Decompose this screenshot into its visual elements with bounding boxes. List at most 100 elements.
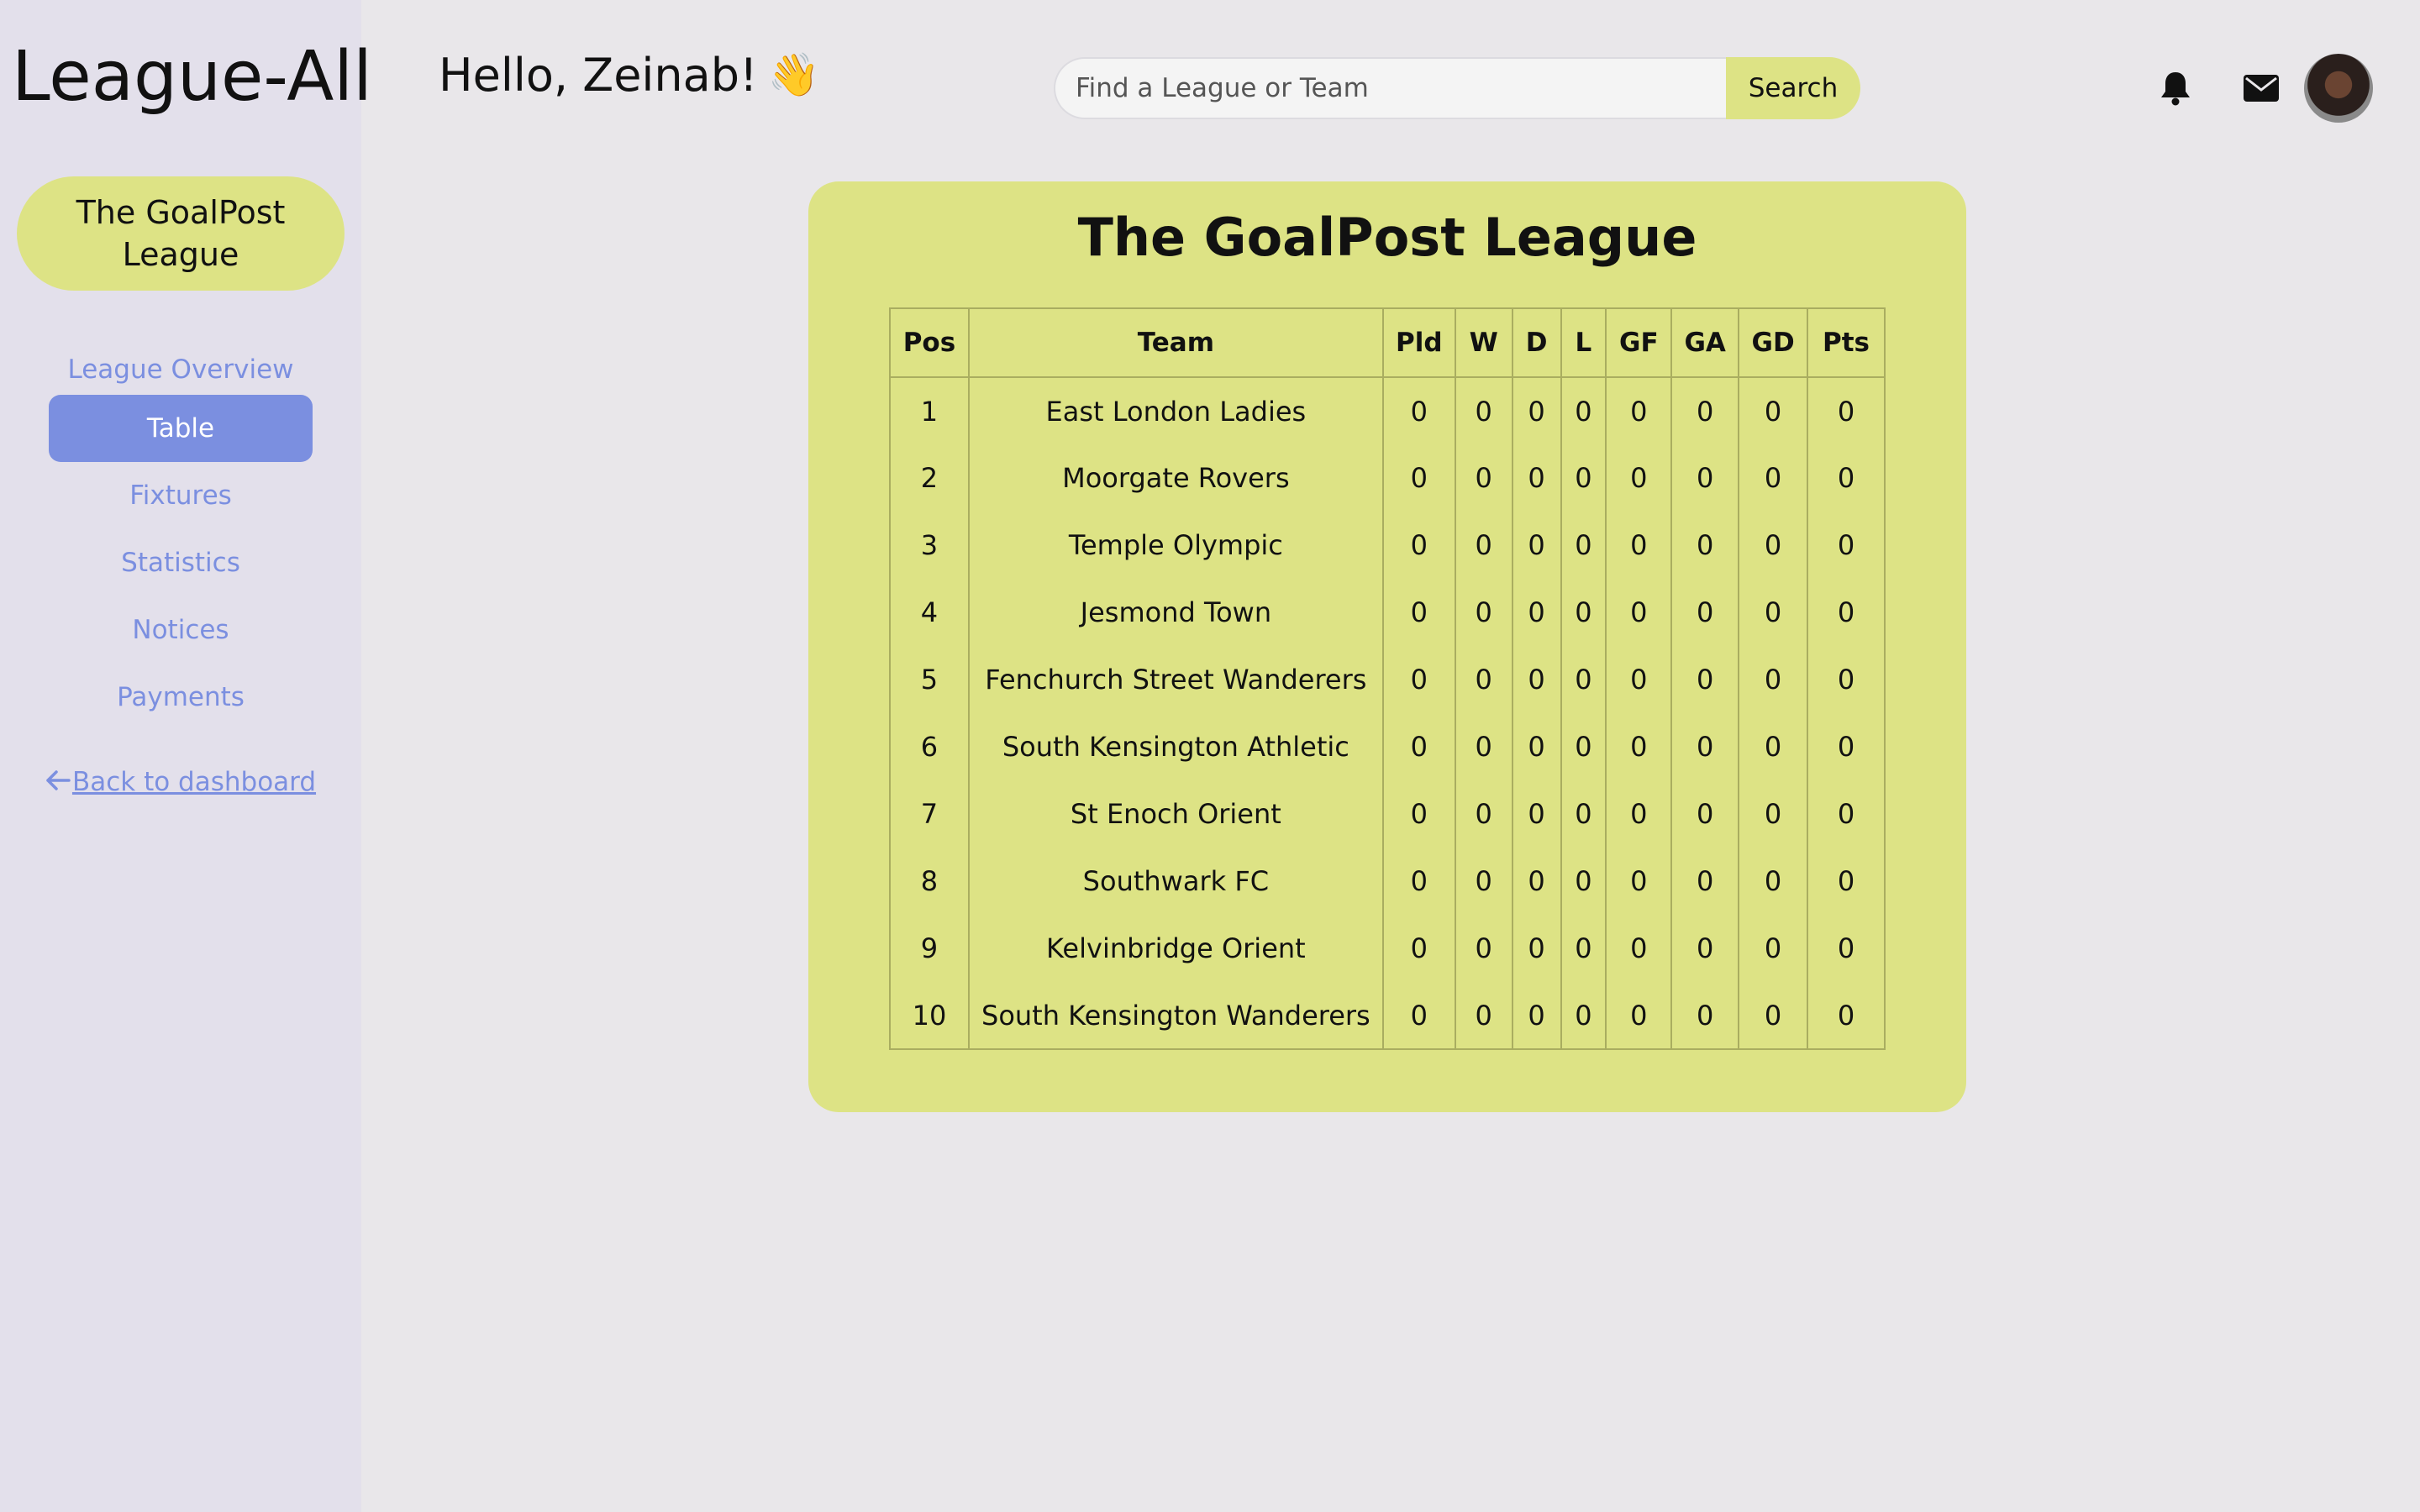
cell-pld: 0	[1381, 377, 1456, 444]
cell-pts: 0	[1807, 982, 1886, 1050]
cell-d: 0	[1511, 646, 1562, 713]
table-row[interactable]: 1 East London Ladies 0 0 0 0 0 0 0 0	[889, 377, 1886, 444]
nav-league-overview[interactable]: League Overview	[49, 336, 313, 403]
cell-pts: 0	[1807, 444, 1886, 512]
table-row[interactable]: 4 Jesmond Town 0 0 0 0 0 0 0 0	[889, 579, 1886, 646]
league-table-card: The GoalPost League Pos Team Pld W D L G…	[808, 181, 1966, 1112]
table-row[interactable]: 10 South Kensington Wanderers 0 0 0 0 0 0 0 0	[889, 982, 1886, 1050]
cell-gd: 0	[1738, 579, 1809, 646]
cell-w: 0	[1454, 512, 1513, 579]
cell-gd: 0	[1738, 848, 1809, 915]
cell-pld: 0	[1381, 713, 1456, 780]
cell-pos: 7	[889, 780, 970, 848]
cell-gd: 0	[1738, 713, 1809, 780]
current-league-badge: The GoalPost League	[17, 176, 345, 291]
cell-pld: 0	[1381, 780, 1456, 848]
cell-l: 0	[1560, 713, 1607, 780]
cell-ga: 0	[1670, 377, 1740, 444]
app-logo[interactable]: League-All	[12, 37, 372, 117]
cell-d: 0	[1511, 982, 1562, 1050]
nav-table[interactable]: Table	[49, 395, 313, 462]
cell-pld: 0	[1381, 915, 1456, 982]
cell-gf: 0	[1605, 377, 1673, 444]
table-row[interactable]: 3 Temple Olympic 0 0 0 0 0 0 0 0	[889, 512, 1886, 579]
col-header-gf: GF	[1605, 307, 1673, 378]
col-header-ga: GA	[1670, 307, 1740, 378]
cell-l: 0	[1560, 579, 1607, 646]
cell-ga: 0	[1670, 713, 1740, 780]
bell-icon[interactable]	[2153, 66, 2198, 111]
cell-pld: 0	[1381, 444, 1456, 512]
cell-pos: 3	[889, 512, 970, 579]
cell-pos: 6	[889, 713, 970, 780]
cell-ga: 0	[1670, 512, 1740, 579]
cell-pld: 0	[1381, 646, 1456, 713]
cell-gd: 0	[1738, 444, 1809, 512]
cell-d: 0	[1511, 512, 1562, 579]
app-root: League-All The GoalPost League League Ov…	[0, 0, 2420, 1512]
search-input[interactable]	[1054, 57, 1726, 119]
cell-pos: 8	[889, 848, 970, 915]
cell-gf: 0	[1605, 512, 1673, 579]
cell-l: 0	[1560, 848, 1607, 915]
search-button[interactable]: Search	[1726, 57, 1860, 119]
cell-w: 0	[1454, 848, 1513, 915]
col-header-pos: Pos	[889, 307, 970, 378]
cell-l: 0	[1560, 512, 1607, 579]
cell-pts: 0	[1807, 713, 1886, 780]
cell-pos: 10	[889, 982, 970, 1050]
cell-team: Southwark FC	[967, 848, 1384, 915]
cell-pos: 9	[889, 915, 970, 982]
cell-team: Temple Olympic	[967, 512, 1384, 579]
cell-l: 0	[1560, 444, 1607, 512]
cell-l: 0	[1560, 646, 1607, 713]
cell-l: 0	[1560, 915, 1607, 982]
cell-pts: 0	[1807, 915, 1886, 982]
table-row[interactable]: 9 Kelvinbridge Orient 0 0 0 0 0 0 0 0	[889, 915, 1886, 982]
cell-l: 0	[1560, 377, 1607, 444]
cell-pts: 0	[1807, 646, 1886, 713]
back-to-dashboard-link[interactable]: Back to dashboard	[0, 760, 361, 804]
cell-gd: 0	[1738, 512, 1809, 579]
cell-pos: 2	[889, 444, 970, 512]
cell-w: 0	[1454, 377, 1513, 444]
cell-ga: 0	[1670, 780, 1740, 848]
cell-l: 0	[1560, 780, 1607, 848]
cell-pos: 5	[889, 646, 970, 713]
arrow-left-icon	[45, 765, 71, 799]
greeting-text: Hello, Zeinab!	[439, 49, 758, 102]
nav-statistics[interactable]: Statistics	[49, 529, 313, 596]
cell-ga: 0	[1670, 848, 1740, 915]
greeting: Hello, Zeinab! 👋	[439, 49, 820, 102]
envelope-icon[interactable]	[2238, 66, 2284, 111]
cell-d: 0	[1511, 848, 1562, 915]
table-row[interactable]: 7 St Enoch Orient 0 0 0 0 0 0 0 0	[889, 780, 1886, 848]
cell-gd: 0	[1738, 982, 1809, 1050]
cell-w: 0	[1454, 713, 1513, 780]
cell-pts: 0	[1807, 377, 1886, 444]
cell-ga: 0	[1670, 982, 1740, 1050]
cell-pts: 0	[1807, 579, 1886, 646]
cell-d: 0	[1511, 780, 1562, 848]
cell-pld: 0	[1381, 512, 1456, 579]
cell-team: Fenchurch Street Wanderers	[967, 646, 1384, 713]
cell-w: 0	[1454, 780, 1513, 848]
cell-gf: 0	[1605, 780, 1673, 848]
cell-w: 0	[1454, 982, 1513, 1050]
table-row[interactable]: 5 Fenchurch Street Wanderers 0 0 0 0 0 0 0 0	[889, 646, 1886, 713]
nav-notices[interactable]: Notices	[49, 596, 313, 664]
table-row[interactable]: 6 South Kensington Athletic 0 0 0 0 0 0 0 0	[889, 713, 1886, 780]
table-row[interactable]: 8 Southwark FC 0 0 0 0 0 0 0 0	[889, 848, 1886, 915]
user-avatar[interactable]	[2304, 54, 2373, 123]
cell-d: 0	[1511, 915, 1562, 982]
nav-fixtures[interactable]: Fixtures	[49, 462, 313, 529]
col-header-d: D	[1511, 307, 1562, 378]
cell-d: 0	[1511, 713, 1562, 780]
cell-d: 0	[1511, 579, 1562, 646]
cell-team: South Kensington Athletic	[967, 713, 1384, 780]
cell-pld: 0	[1381, 982, 1456, 1050]
table-row[interactable]: 2 Moorgate Rovers 0 0 0 0 0 0 0 0	[889, 444, 1886, 512]
nav-payments[interactable]: Payments	[49, 664, 313, 731]
cell-pts: 0	[1807, 512, 1886, 579]
cell-gd: 0	[1738, 377, 1809, 444]
